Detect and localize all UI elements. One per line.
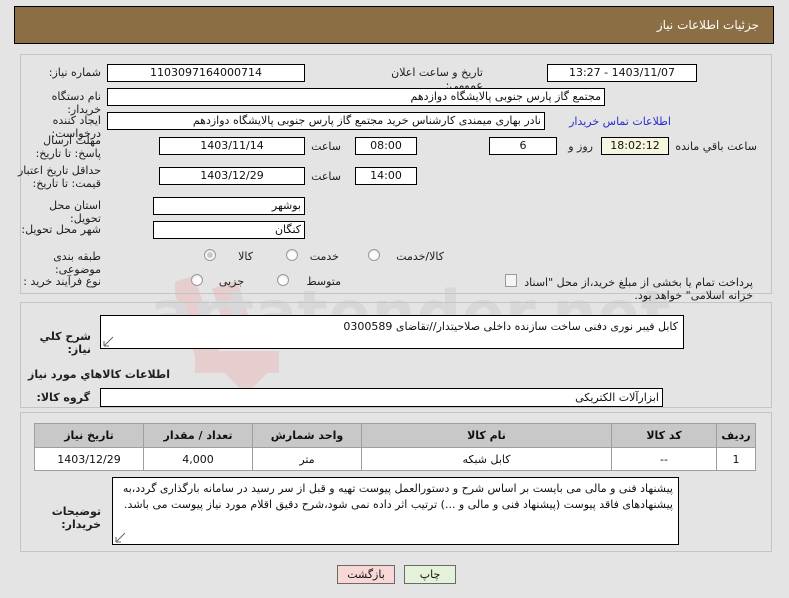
radio-process-jozei[interactable]: [191, 274, 203, 286]
buyer-notes-value: پیشنهاد فنی و مالی می بایست بر اساس شرح …: [122, 482, 673, 511]
th-item-code: کد کالا: [611, 423, 717, 448]
label-hour-deadline: ساعت: [311, 140, 341, 153]
need-description-value: کابل فیبر نوری دفنی ساخت سازنده داخلی صل…: [343, 320, 678, 333]
need-description-box[interactable]: کابل فیبر نوری دفنی ساخت سازنده داخلی صل…: [100, 315, 684, 349]
label-delivery-province: استان محل تحویل:: [49, 199, 101, 225]
back-button[interactable]: بازگشت: [337, 565, 395, 584]
need-details-page: artatender.net جزئیات اطلاعات نیاز شماره…: [0, 0, 789, 598]
radio-category-khedmat[interactable]: [286, 249, 298, 261]
label-hour-validity: ساعت: [311, 170, 341, 183]
label-need-number: شماره نیاز:: [48, 66, 101, 79]
table-header-row: ردیف کد کالا نام کالا واحد شمارش تعداد /…: [34, 423, 756, 448]
need-number-value: 1103097164000714: [107, 64, 305, 82]
cell-quantity: 4,000: [143, 447, 253, 471]
radio-process-motavasset[interactable]: [277, 274, 289, 286]
label-price-validity: حداقل تاریخ اعتبار قیمت: تا تاریخ:: [17, 164, 101, 190]
label-remaining: ساعت باقي مانده: [675, 140, 757, 153]
label-purchase-process: نوع فرآیند خرید :: [23, 275, 101, 288]
price-validity-time: 14:00: [355, 167, 417, 185]
print-button[interactable]: چاپ: [404, 565, 456, 584]
remaining-time-value: 18:02:12: [601, 137, 669, 155]
goods-group-value: ابزارآلات الکتریکی: [100, 388, 663, 407]
request-creator-value: نادر بهاری میمندی کارشناس خرید مجتمع گاز…: [107, 112, 545, 130]
delivery-city-value: کنگان: [153, 221, 305, 239]
th-item-name: نام کالا: [361, 423, 612, 448]
cell-unit: متر: [252, 447, 362, 471]
page-title: جزئیات اطلاعات نیاز: [656, 18, 759, 32]
th-row-number: ردیف: [716, 423, 756, 448]
label-need-description: شرح كلي نياز:: [39, 330, 91, 356]
public-announce-value: 1403/11/07 - 13:27: [547, 64, 697, 82]
buyer-contact-link[interactable]: اطلاعات تماس خریدار: [559, 115, 671, 128]
table-row: 1 -- کابل شبکه متر 4,000 1403/12/29: [34, 447, 756, 471]
label-response-deadline: مهلت ارسال پاسخ: تا تاریخ:: [35, 134, 101, 160]
label-islamic-treasury: پرداخت تمام یا بخشی از مبلغ خرید،از محل …: [524, 276, 753, 302]
cell-item-name: کابل شبکه: [361, 447, 612, 471]
label-subject-category: طبقه بندی موضوعی:: [53, 250, 101, 276]
items-table: ردیف کد کالا نام کالا واحد شمارش تعداد /…: [34, 423, 756, 471]
label-buyer-notes: توضیحات خریدار:: [51, 505, 101, 531]
radio-category-kala[interactable]: [204, 249, 216, 261]
response-deadline-time: 08:00: [355, 137, 417, 155]
radio-category-kala-khedmat[interactable]: [368, 249, 380, 261]
cell-need-date: 1403/12/29: [34, 447, 144, 471]
resize-grip-icon-notes[interactable]: [115, 532, 126, 543]
goods-section-heading: اطلاعات كالاهاي مورد نياز: [28, 368, 170, 381]
th-need-date: تاریخ نیاز: [34, 423, 144, 448]
cell-item-code: --: [611, 447, 717, 471]
price-validity-date: 1403/12/29: [159, 167, 305, 185]
th-unit: واحد شمارش: [252, 423, 362, 448]
resize-grip-icon[interactable]: [103, 336, 114, 347]
label-delivery-city: شهر محل تحویل:: [21, 223, 101, 236]
remaining-days-value: 6: [489, 137, 557, 155]
label-goods-group: گروه کالا:: [36, 391, 90, 404]
radio-label-category-kala-khedmat: کالا/خدمت: [396, 250, 444, 263]
label-day-and: روز و: [568, 140, 593, 153]
response-deadline-date: 1403/11/14: [159, 137, 305, 155]
radio-label-category-khedmat: خدمت: [309, 250, 339, 263]
checkbox-islamic-treasury[interactable]: [505, 274, 517, 287]
delivery-province-value: بوشهر: [153, 197, 305, 215]
radio-label-process-jozei: جزیی: [218, 275, 244, 288]
label-buyer-org: نام دستگاه خریدار:: [51, 90, 101, 116]
radio-label-process-motavasset: متوسط: [306, 275, 341, 288]
buyer-org-value: مجتمع گاز پارس جنوبی پالایشگاه دوازدهم: [107, 88, 605, 106]
page-title-bar: جزئیات اطلاعات نیاز: [14, 6, 774, 44]
cell-row-number: 1: [716, 447, 756, 471]
radio-label-category-kala: کالا: [238, 250, 253, 263]
buyer-notes-box[interactable]: پیشنهاد فنی و مالی می بایست بر اساس شرح …: [112, 477, 679, 545]
th-quantity: تعداد / مقدار: [143, 423, 253, 448]
